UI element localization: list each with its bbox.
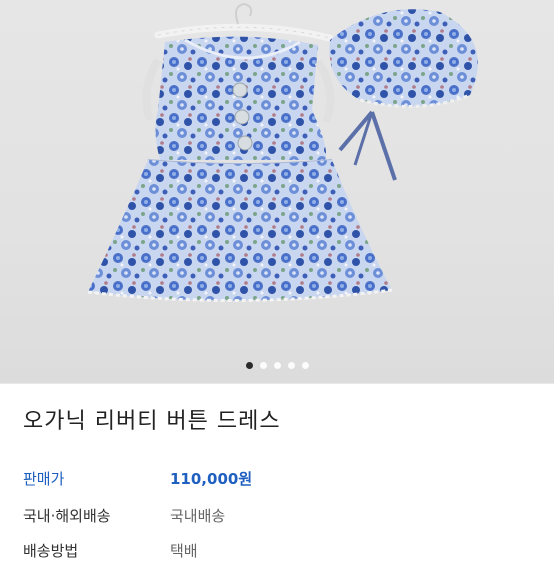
- carousel-dot[interactable]: [287, 362, 295, 369]
- delivery-method-row: 배송방법 택배: [23, 540, 543, 564]
- carousel-dot[interactable]: [259, 362, 267, 369]
- price-value: 110,000원: [170, 470, 253, 488]
- product-image-gallery[interactable]: [0, 0, 554, 383]
- floral-dress-image: [87, 2, 478, 302]
- shipping-row: 국내·해외배송 국내배송: [23, 505, 543, 529]
- shipping-value: 국내배송: [170, 507, 226, 525]
- delivery-method-label: 배송방법: [23, 542, 79, 560]
- shipping-label: 국내·해외배송: [23, 507, 111, 525]
- price-label: 판매가: [23, 470, 65, 488]
- delivery-method-value: 택배: [170, 542, 198, 560]
- carousel-indicator: [0, 362, 554, 369]
- carousel-dot[interactable]: [301, 362, 309, 369]
- product-title: 오가닉 리버티 버튼 드레스: [23, 409, 281, 434]
- price-row: 판매가 110,000원: [23, 468, 543, 492]
- carousel-dot-active[interactable]: [245, 362, 253, 369]
- carousel-dot[interactable]: [273, 362, 281, 369]
- divider: [0, 383, 554, 384]
